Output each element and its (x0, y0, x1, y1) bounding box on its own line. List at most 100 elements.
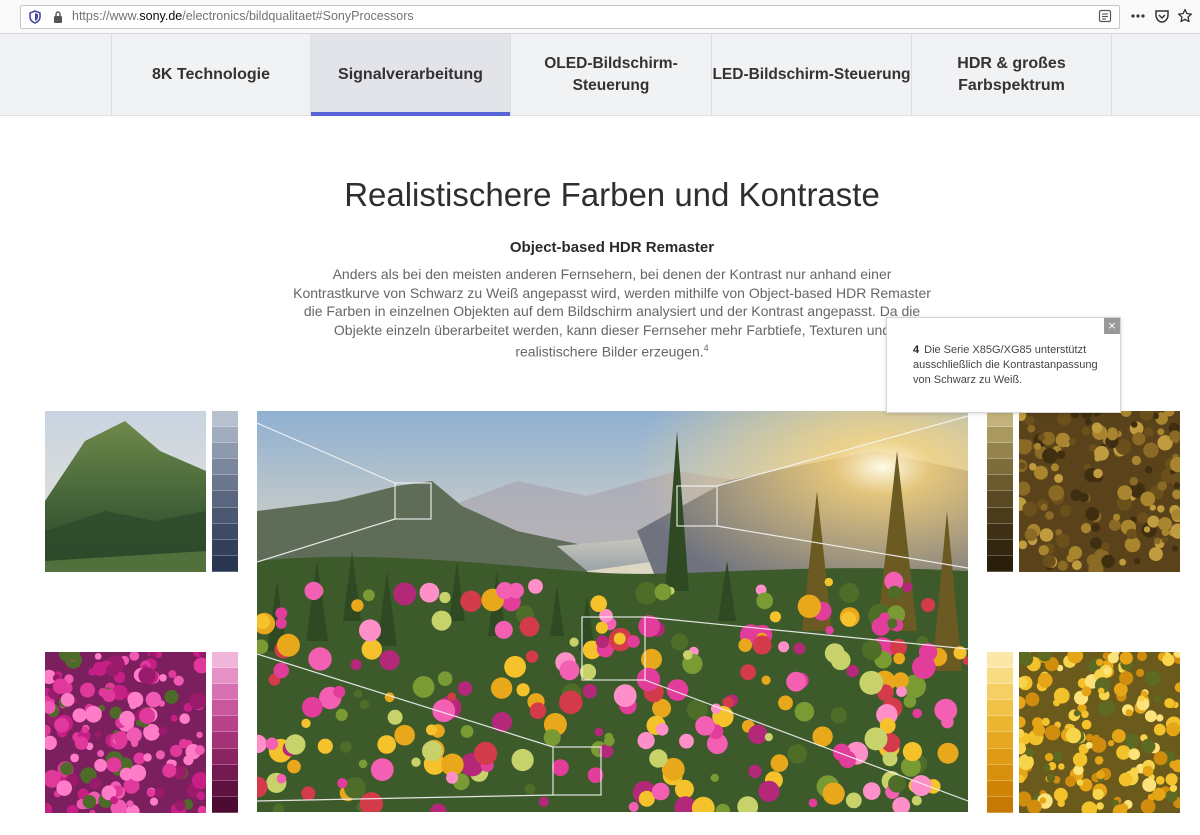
swatch-shade (212, 780, 238, 797)
tab-oled-bildschirm-steuerung[interactable]: OLED-Bildschirm-Steuerung (511, 34, 712, 115)
texture-dot (934, 698, 958, 722)
texture-dot (627, 635, 640, 648)
texture-dot (921, 598, 936, 612)
texture-dot (830, 650, 851, 671)
texture-mark (1161, 536, 1169, 544)
texture-dot (304, 581, 323, 601)
texture-dot (394, 724, 415, 746)
texture-mark (1129, 477, 1139, 486)
texture-mark (1025, 692, 1040, 707)
bookmark-star-icon[interactable] (1177, 8, 1193, 24)
texture-dot (859, 670, 884, 695)
texture-dot (793, 642, 806, 655)
texture-mark (1145, 670, 1161, 687)
texture-dot (559, 690, 583, 715)
lock-icon[interactable] (53, 11, 63, 23)
swatch-shade (987, 427, 1013, 444)
texture-mark (1056, 533, 1070, 548)
texture-mark (1060, 505, 1072, 517)
texture-mark (1094, 455, 1101, 462)
texture-mark (1165, 773, 1178, 786)
texture-mark (94, 758, 107, 772)
texture-mark (1037, 672, 1053, 688)
texture-mark (1109, 519, 1121, 531)
reader-view-icon[interactable] (1098, 9, 1112, 23)
swatch-shade (212, 539, 238, 556)
texture-dot (457, 681, 473, 696)
tab-led-bildschirm-steuerung[interactable]: LED-Bildschirm-Steuerung (712, 34, 912, 115)
texture-dot (275, 617, 287, 629)
texture-dot (741, 628, 750, 637)
footnote-link[interactable]: 4 (704, 343, 709, 353)
texture-dot (353, 689, 363, 698)
swatch-shade (987, 716, 1013, 733)
swatch-shade (987, 507, 1013, 524)
tab-hdr-farbspektrum[interactable]: HDR & großes Farbspektrum (912, 34, 1112, 115)
texture-mark (80, 682, 95, 698)
texture-mark (1096, 770, 1105, 780)
texture-mark (102, 689, 116, 703)
texture-mark (1080, 523, 1092, 534)
texture-dot (649, 749, 668, 768)
url-text[interactable]: https://www.sony.de/electronics/bildqual… (72, 9, 414, 23)
texture-dot (538, 796, 549, 807)
texture-dot (275, 607, 288, 620)
texture-mark (1126, 528, 1137, 540)
texture-dot (839, 582, 860, 603)
texture-mark (1033, 442, 1042, 451)
texture-mark (1111, 729, 1126, 743)
texture-mark (1081, 686, 1092, 697)
texture-mark (106, 664, 119, 677)
close-icon[interactable]: × (1104, 318, 1120, 334)
texture-dot (460, 590, 482, 612)
address-bar[interactable]: https://www.sony.de/electronics/bildqual… (20, 5, 1120, 29)
texture-mark (1086, 554, 1100, 567)
tab-signalverarbeitung[interactable]: Signalverarbeitung (311, 34, 511, 116)
texture-mark (1143, 427, 1154, 437)
texture-mark (1025, 747, 1034, 757)
more-icon[interactable] (1130, 8, 1146, 24)
tab-label: HDR & großes Farbspektrum (957, 54, 1066, 94)
texture-dot (301, 786, 316, 801)
texture-mark (1058, 763, 1065, 770)
texture-dot (446, 771, 459, 784)
tab-8k-technologie[interactable]: 8K Technologie (111, 34, 311, 115)
texture-mark (1072, 560, 1082, 571)
texture-mark (196, 731, 203, 738)
texture-dot (861, 639, 882, 660)
texture-dot (786, 671, 806, 692)
swatch-shade (987, 748, 1013, 765)
texture-dot (285, 734, 306, 755)
tooltip-body: Die Serie X85G/XG85 unterstützt ausschli… (913, 344, 1098, 386)
texture-dot (359, 699, 370, 710)
texture-dot (594, 727, 604, 737)
texture-mark (1132, 432, 1146, 446)
texture-dot (504, 655, 526, 678)
texture-mark (1128, 748, 1140, 760)
texture-dot (896, 686, 907, 697)
texture-dot (595, 635, 609, 649)
shield-icon[interactable] (29, 10, 41, 24)
texture-mark (1042, 554, 1056, 568)
texture-mark (1066, 554, 1075, 563)
texture-mark (179, 713, 190, 724)
texture-mark (1065, 727, 1082, 744)
texture-mark (1127, 538, 1135, 547)
texture-mark (154, 787, 165, 798)
texture-dot (841, 611, 857, 627)
texture-dot (474, 741, 498, 765)
texture-mark (60, 762, 74, 776)
texture-dot (654, 583, 672, 601)
texture-dot (359, 619, 381, 642)
texture-dot (845, 792, 862, 809)
texture-mark (1055, 432, 1071, 448)
texture-dot (893, 652, 905, 665)
texture-dot (787, 744, 808, 764)
texture-mark (1070, 489, 1082, 501)
section-subtitle: Object-based HDR Remaster (509, 239, 715, 256)
pocket-icon[interactable] (1154, 8, 1170, 24)
texture-mark (1101, 554, 1115, 568)
texture-mark (1142, 765, 1154, 777)
texture-dot (511, 748, 534, 772)
swatch-shade (987, 668, 1013, 685)
